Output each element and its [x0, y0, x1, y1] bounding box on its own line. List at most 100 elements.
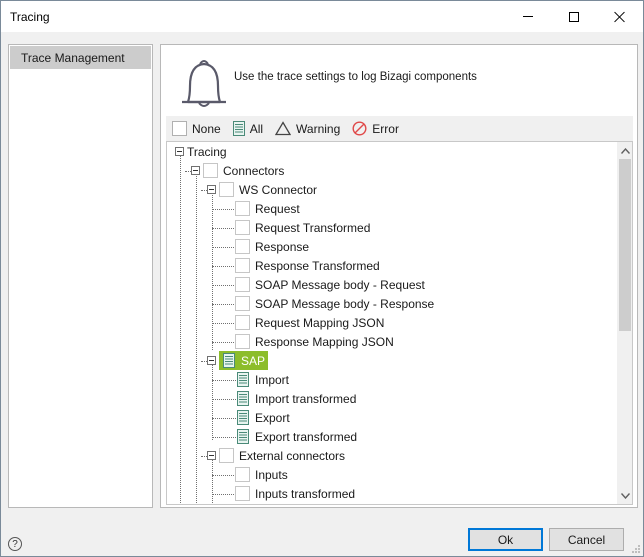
tree-node-soap-request[interactable]: SOAP Message body - Request [235, 275, 425, 294]
node-checkbox[interactable] [235, 334, 250, 349]
tree-node-partial[interactable] [235, 503, 255, 504]
tree-node-import[interactable]: Import [235, 370, 289, 389]
nav-item-trace-management[interactable]: Trace Management [10, 46, 151, 69]
tree-node-external-connectors[interactable]: External connectors [219, 446, 345, 465]
nav-item-label: Trace Management [21, 50, 125, 65]
tree-node-inputs[interactable]: Inputs [235, 465, 288, 484]
tree-node-label: SAP [241, 353, 266, 368]
warning-triangle-icon [275, 121, 292, 136]
tree-node-request[interactable]: Request [235, 199, 300, 218]
all-document-icon [232, 121, 245, 136]
all-document-icon[interactable] [235, 410, 250, 425]
close-button[interactable] [597, 1, 643, 32]
tree-node-response-transformed[interactable]: Response Transformed [235, 256, 380, 275]
tree-line [212, 437, 236, 438]
minimize-button[interactable] [505, 1, 551, 32]
cancel-button[interactable]: Cancel [549, 528, 624, 551]
node-checkbox[interactable] [235, 277, 250, 292]
dialog-footer: ? Ok Cancel [1, 519, 643, 556]
all-document-icon[interactable] [235, 372, 250, 387]
node-checkbox[interactable] [235, 239, 250, 254]
chevron-down-icon [620, 492, 630, 499]
error-label: Error [372, 121, 399, 136]
tree-line [212, 475, 236, 476]
help-glyph: ? [12, 538, 18, 550]
help-icon[interactable]: ? [8, 537, 22, 551]
all-document-icon[interactable] [235, 429, 250, 444]
node-checkbox[interactable] [203, 163, 218, 178]
node-checkbox[interactable] [235, 296, 250, 311]
tree-line [212, 285, 236, 286]
tree-node-connectors[interactable]: Connectors [203, 161, 284, 180]
tree-node-label: Import transformed [255, 391, 357, 406]
none-checkbox-icon [172, 121, 187, 136]
tree-node-label: Request Transformed [255, 220, 371, 235]
navigation-panel: Trace Management [8, 44, 153, 508]
tree-line [196, 171, 197, 504]
collapse-toggle-sap[interactable] [207, 356, 216, 365]
tree-node-response-mapping-json[interactable]: Response Mapping JSON [235, 332, 394, 351]
maximize-button[interactable] [551, 1, 597, 32]
tree-node-label: Inputs transformed [255, 486, 356, 501]
node-checkbox[interactable] [235, 220, 250, 235]
tree-node-export[interactable]: Export [235, 408, 290, 427]
tree-node-label: WS Connector [239, 182, 318, 197]
tree-node-export-transformed[interactable]: Export transformed [235, 427, 357, 446]
resize-grip-icon[interactable] [631, 544, 641, 554]
tree-node-label: Response Mapping JSON [255, 334, 394, 349]
none-level-button[interactable]: None [172, 121, 221, 136]
tree-node-soap-response[interactable]: SOAP Message body - Response [235, 294, 434, 313]
all-document-icon[interactable] [221, 353, 236, 368]
node-checkbox[interactable] [235, 467, 250, 482]
tree-scrollbar[interactable] [617, 142, 632, 504]
tree-line [212, 323, 236, 324]
node-checkbox[interactable] [235, 201, 250, 216]
tree-node-label: External connectors [239, 448, 346, 463]
tree-node-label: Request [255, 201, 300, 216]
tree-node-tracing[interactable]: Tracing [187, 142, 227, 161]
tree-node-request-mapping-json[interactable]: Request Mapping JSON [235, 313, 384, 332]
collapse-toggle-ws-connector[interactable] [207, 185, 216, 194]
window-title: Tracing [10, 9, 50, 24]
node-checkbox[interactable] [219, 448, 234, 463]
scroll-down-button[interactable] [617, 487, 632, 504]
none-label: None [192, 121, 221, 136]
collapse-toggle-connectors[interactable] [191, 166, 200, 175]
tree-line [212, 304, 236, 305]
all-document-icon[interactable] [235, 391, 250, 406]
tree-node-response[interactable]: Response [235, 237, 309, 256]
all-label: All [249, 121, 264, 136]
scroll-up-button[interactable] [617, 142, 632, 159]
ok-button[interactable]: Ok [468, 528, 543, 551]
tree-line [212, 494, 236, 495]
tree-node-request-transformed[interactable]: Request Transformed [235, 218, 370, 237]
collapse-toggle-external-connectors[interactable] [207, 451, 216, 460]
tree-node-label: Tracing [187, 144, 227, 159]
tree-line [212, 380, 236, 381]
collapse-toggle-tracing[interactable] [175, 147, 184, 156]
node-checkbox[interactable] [235, 258, 250, 273]
scroll-thumb[interactable] [619, 159, 631, 331]
tree-node-label: Response Transformed [255, 258, 380, 273]
node-checkbox[interactable] [219, 182, 234, 197]
tree-line [212, 190, 213, 350]
error-level-button[interactable]: Error [352, 121, 399, 136]
warning-level-button[interactable]: Warning [275, 121, 340, 136]
tree-node-label: Export [255, 410, 290, 425]
node-checkbox[interactable] [235, 315, 250, 330]
tree-node-label: SOAP Message body - Request [255, 277, 425, 292]
tree-node-label: Connectors [223, 163, 285, 178]
tree-node-inputs-transformed[interactable]: Inputs transformed [235, 484, 355, 503]
tree-node-label: Import [255, 372, 290, 387]
tree-node-label: Response [255, 239, 310, 254]
tree-line [212, 228, 236, 229]
trace-component-tree[interactable]: Tracing Connectors WS Connector Request … [166, 141, 633, 505]
node-checkbox[interactable] [235, 486, 250, 501]
minimize-icon [523, 16, 533, 17]
all-level-button[interactable]: All [232, 121, 264, 136]
tree-node-ws-connector[interactable]: WS Connector [219, 180, 317, 199]
tree-node-sap[interactable]: SAP [219, 351, 269, 370]
tree-node-import-transformed[interactable]: Import transformed [235, 389, 356, 408]
panel-description: Use the trace settings to log Bizagi com… [234, 71, 477, 83]
tree-node-label: SOAP Message body - Response [255, 296, 435, 311]
